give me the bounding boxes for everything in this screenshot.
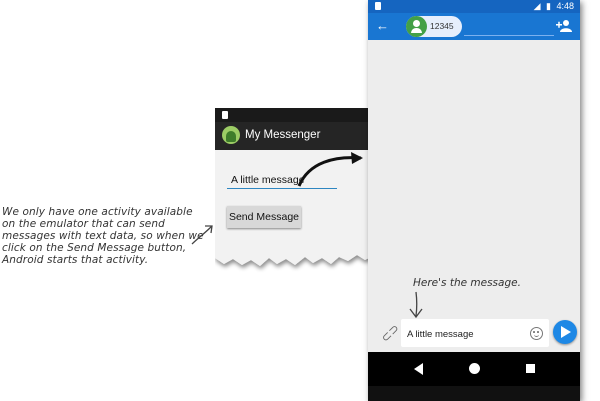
recipient-field-underline[interactable] — [464, 35, 554, 36]
heres-the-message-caption: Here's the message. — [413, 277, 521, 289]
status-icons: ◢ ▮ 4:48 — [531, 1, 574, 12]
battery-icon: ▮ — [546, 1, 551, 11]
nav-recent-apps-icon[interactable] — [526, 364, 535, 373]
messages-area — [368, 40, 580, 343]
small-app-bar: My Messenger — [215, 122, 373, 150]
nav-home-icon[interactable] — [469, 363, 480, 374]
status-bar: ◢ ▮ 4:48 — [368, 0, 580, 13]
messaging-phone: ◢ ▮ 4:48 ← 12345 ⊂⊃ A little message — [368, 0, 580, 401]
compose-text: A little message — [407, 329, 474, 340]
send-message-button[interactable]: Send Message — [227, 206, 301, 228]
annotation-line: click on the Send Message button, — [2, 242, 187, 254]
annotation-text: We only have one activity available on t… — [2, 206, 212, 266]
android-logo-icon — [222, 126, 240, 144]
status-time: 4:48 — [556, 1, 574, 11]
conversation-toolbar: ← 12345 — [368, 13, 580, 40]
back-arrow-icon[interactable]: ← — [376, 18, 389, 33]
sd-card-icon — [375, 2, 381, 10]
attachment-icon[interactable]: ⊂⊃ — [378, 321, 402, 345]
signal-icon: ◢ — [533, 1, 541, 11]
small-status-bar — [215, 108, 373, 122]
annotation-line: Android starts that activity. — [2, 254, 149, 266]
recipient-chip[interactable]: 12345 — [406, 16, 462, 37]
transfer-arrow — [297, 152, 363, 187]
nav-back-icon[interactable] — [414, 363, 423, 375]
message-input-value: A little message — [231, 174, 305, 186]
send-icon[interactable] — [553, 320, 577, 344]
caption-arrow — [409, 291, 423, 319]
compose-bar: ⊂⊃ A little message — [368, 313, 580, 352]
emoji-icon[interactable] — [530, 327, 543, 340]
annotation-line: on the emulator that can send — [2, 218, 165, 230]
app-title: My Messenger — [245, 129, 321, 141]
compose-message-field[interactable]: A little message — [401, 319, 549, 347]
navigation-bar — [368, 352, 580, 386]
annotation-line: messages with text data, so when we — [2, 230, 204, 242]
add-people-icon[interactable] — [556, 19, 572, 33]
contact-avatar-icon — [406, 16, 427, 37]
annotation-line: We only have one activity available — [2, 206, 193, 218]
recipient-number: 12345 — [430, 21, 454, 31]
sd-card-icon — [222, 111, 228, 119]
first-app-screenshot: My Messenger A little message Send Messa… — [215, 108, 373, 278]
annotation-arrow — [191, 225, 213, 245]
